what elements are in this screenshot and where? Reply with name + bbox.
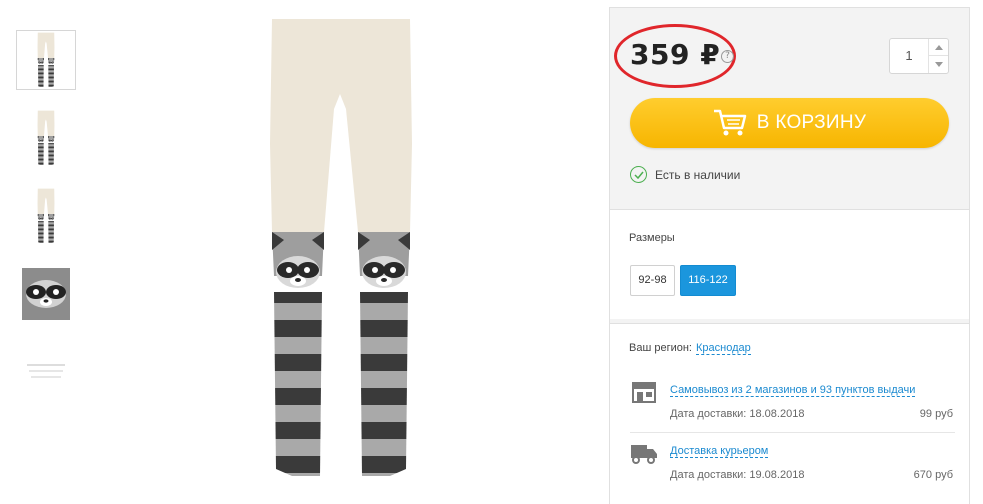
thumbnail-back[interactable] — [16, 186, 76, 246]
chevron-up-icon — [934, 44, 943, 50]
product-purchase-panel: 359 ₽ ? 1 В КОРЗИНУ Есть в наличии Разме… — [609, 7, 970, 504]
cart-icon — [713, 109, 747, 136]
courier-option-link[interactable]: Доставка курьером — [670, 445, 769, 458]
pickup-price: 99 руб — [919, 408, 953, 420]
delivery-divider — [630, 432, 955, 433]
store-icon — [632, 382, 656, 403]
tights-thumbnail-image — [37, 188, 55, 244]
region-label: Ваш регион: — [629, 342, 692, 354]
courier-price: 670 руб — [913, 469, 953, 481]
quantity-input[interactable]: 1 — [890, 39, 928, 73]
pickup-delivery-date: Дата доставки: 18.08.2018 — [670, 408, 805, 420]
tights-thumbnail-image — [37, 110, 55, 166]
size-option-92-98[interactable]: 92-98 — [630, 265, 675, 296]
courier-delivery-date: Дата доставки: 19.08.2018 — [670, 469, 805, 481]
size-option-116-122[interactable]: 116-122 — [680, 265, 736, 296]
raccoon-detail-image — [22, 268, 70, 320]
stock-status: Есть в наличии — [630, 166, 740, 183]
region-link[interactable]: Краснодар — [695, 342, 751, 355]
add-to-cart-button[interactable]: В КОРЗИНУ — [630, 98, 949, 148]
tights-thumbnail-image — [37, 32, 55, 88]
quantity-up-button[interactable] — [928, 39, 948, 56]
product-main-image[interactable] — [262, 14, 420, 484]
quantity-down-button[interactable] — [928, 56, 948, 73]
chevron-down-icon — [934, 62, 943, 67]
delivery-section: Ваш регион: Краснодар Самовывоз из 2 мага… — [610, 323, 969, 504]
stock-label: Есть в наличии — [655, 167, 741, 182]
check-circle-icon — [630, 166, 647, 183]
sizes-section: Размеры 92-98 116-122 — [610, 209, 969, 319]
pickup-option-link[interactable]: Самовывоз из 2 магазинов и 93 пунктов вы… — [670, 384, 916, 397]
price-section: 359 ₽ ? 1 В КОРЗИНУ Есть в наличии — [610, 8, 969, 204]
thumbnail-front[interactable] — [16, 30, 76, 90]
label-image — [23, 357, 69, 387]
quantity-stepper[interactable]: 1 — [889, 38, 949, 74]
thumbnail-detail[interactable] — [16, 264, 76, 324]
truck-icon — [631, 445, 657, 464]
add-to-cart-label: В КОРЗИНУ — [756, 112, 867, 133]
product-price: 359 ₽ — [630, 38, 721, 71]
thumbnail-side[interactable] — [16, 108, 76, 168]
question-icon[interactable]: ? — [721, 50, 734, 63]
sizes-title: Размеры — [629, 232, 675, 244]
region-row: Ваш регион: Краснодар — [629, 342, 751, 355]
thumbnail-label[interactable] — [16, 342, 76, 402]
